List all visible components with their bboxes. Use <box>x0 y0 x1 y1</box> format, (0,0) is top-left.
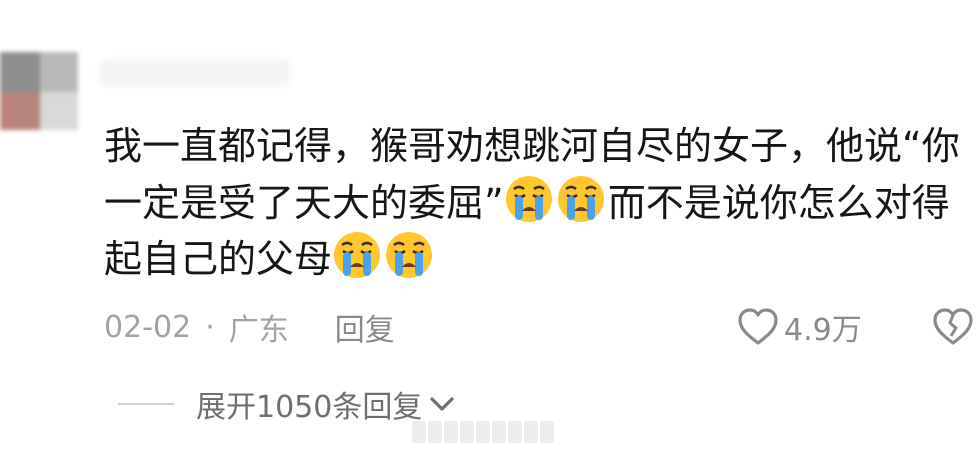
comment-meta: 02-02 · 广东 回复 <box>104 305 395 349</box>
loudly-crying-face-icon <box>505 176 552 222</box>
comment-line-2: 一定是受了天大的委屈” 而不是说你怎么对得 <box>104 174 980 230</box>
reply-button[interactable]: 回复 <box>335 305 395 349</box>
divider-dash <box>118 403 174 405</box>
loudly-crying-face-icon <box>557 176 604 222</box>
comment-line-3: 起自己的父母 <box>104 230 980 286</box>
comment-line-2-end: 而不是说你怎么对得 <box>607 181 950 225</box>
comment-location: 广东 <box>228 313 289 348</box>
comment-body: 我一直都记得，猴哥劝想跳河自尽的女子，他说“你 一定是受了天大的委屈” 而不是说你… <box>104 118 980 286</box>
like-count: 4.9万 <box>784 313 862 348</box>
chevron-down-icon <box>430 397 454 411</box>
comment-line-2-start: 一定是受了天大的委屈” <box>104 181 504 225</box>
dislike-button[interactable] <box>930 305 976 351</box>
expand-replies-label: 展开1050条回复 <box>196 390 423 425</box>
loudly-crying-face-icon <box>334 232 381 278</box>
expand-replies-button[interactable]: 展开1050条回复 <box>118 382 456 426</box>
heart-icon <box>738 308 778 345</box>
loudly-crying-face-icon <box>386 232 433 278</box>
comment-line-1: 我一直都记得，猴哥劝想跳河自尽的女子，他说“你 <box>104 124 960 168</box>
avatar[interactable] <box>0 52 78 130</box>
blurred-username <box>100 60 290 86</box>
comment-line-3-text: 起自己的父母 <box>104 237 333 281</box>
watermark <box>412 418 572 446</box>
broken-heart-icon <box>933 308 973 345</box>
like-button[interactable]: 4.9万 <box>736 304 862 350</box>
meta-separator: · <box>205 309 215 345</box>
comment-date: 02-02 <box>104 309 192 345</box>
comment-screen: 我一直都记得，猴哥劝想跳河自尽的女子，他说“你 一定是受了天大的委屈” 而不是说你… <box>0 0 980 450</box>
